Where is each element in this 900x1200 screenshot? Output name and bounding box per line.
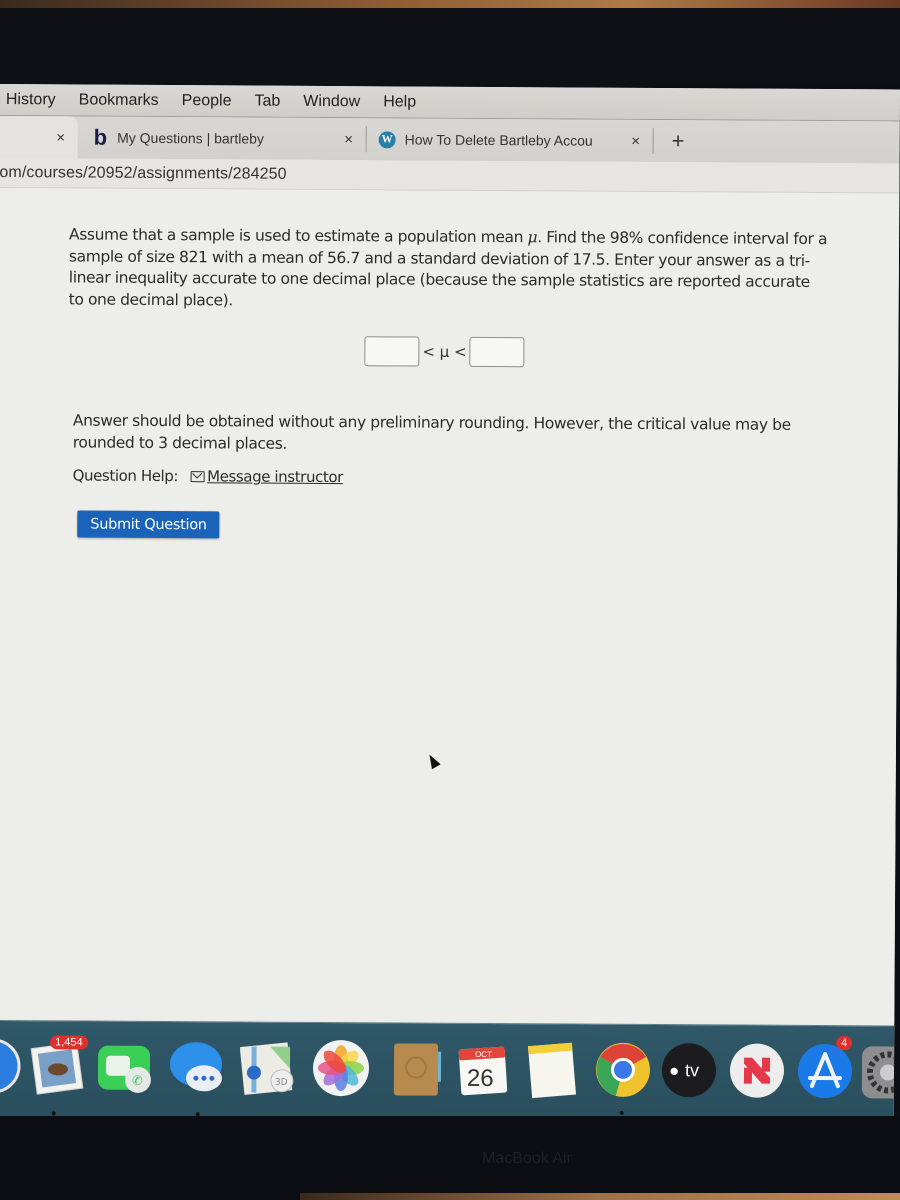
apple-tv-label: tv (685, 1060, 699, 1080)
menu-people[interactable]: People (182, 92, 232, 110)
mail-badge: 1,454 (50, 1035, 88, 1050)
mu-symbol: μ (527, 228, 538, 247)
dock-item-contacts[interactable] (388, 1039, 446, 1097)
chrome-icon (595, 1042, 650, 1097)
dock-item-notes[interactable] (524, 1040, 582, 1099)
notes-icon (527, 1042, 577, 1099)
photos-icon (312, 1040, 369, 1097)
svg-text:●: ● (669, 1061, 679, 1080)
question-help: Question Help: Message instructor (73, 466, 343, 486)
menu-help[interactable]: Help (383, 93, 416, 111)
dock-item-apple-tv[interactable]: ● tv (660, 1041, 718, 1099)
contacts-icon (393, 1043, 442, 1096)
gear-icon (861, 1046, 900, 1099)
dock-item-facetime[interactable]: ✆ (96, 1038, 154, 1096)
news-icon (729, 1043, 784, 1098)
rounding-note: Answer should be obtained without any pr… (72, 411, 791, 453)
screen-bezel-top (0, 8, 900, 86)
running-indicator (51, 1111, 56, 1116)
tab-divider (365, 126, 367, 153)
tab-active[interactable]: × (0, 115, 78, 159)
question-help-label: Question Help: (72, 466, 179, 486)
svg-text:✆: ✆ (132, 1074, 143, 1089)
menu-bookmarks[interactable]: Bookmarks (79, 91, 159, 109)
calendar-icon: OCT 26 (458, 1046, 508, 1096)
apple-tv-icon: ● tv (661, 1043, 716, 1098)
menu-window[interactable]: Window (303, 92, 360, 110)
bartleby-logo-icon: b (93, 124, 108, 150)
tab-how-to-delete[interactable]: W How To Delete Bartleby Accou × (375, 118, 645, 162)
dock-item-messages[interactable] (168, 1038, 226, 1117)
mouse-cursor-icon (425, 752, 441, 770)
dock-item-safari[interactable] (0, 1037, 22, 1095)
tab-divider (652, 127, 654, 154)
dock: 1,454 ✆ 3D OCT 26 ● tv 4 (0, 1019, 900, 1122)
question-text: Assume that a sample is used to estimate… (69, 224, 830, 315)
maps-3d-label: 3D (275, 1078, 288, 1088)
dock-item-news[interactable] (728, 1041, 786, 1099)
dock-item-mail[interactable]: 1,454 (30, 1035, 88, 1116)
message-instructor-link[interactable]: Message instructor (207, 467, 343, 486)
inequality-symbol: < μ < (422, 342, 467, 361)
new-tab-button[interactable]: + (672, 128, 685, 154)
question-text-part: Assume that a sample is used to estimate… (69, 225, 528, 247)
app-store-icon (797, 1044, 852, 1099)
facetime-icon: ✆ (97, 1045, 151, 1093)
url-text[interactable]: om/courses/20952/assignments/284250 (0, 163, 287, 183)
tab-bar: × b My Questions | bartleby × W How To D… (0, 115, 900, 164)
dock-item-maps[interactable]: 3D (239, 1038, 298, 1096)
envelope-icon (190, 470, 205, 482)
lower-bound-input[interactable] (364, 336, 420, 367)
dock-item-app-store[interactable]: 4 (796, 1036, 854, 1100)
wordpress-logo-icon: W (378, 130, 396, 148)
dock-item-system-preferences[interactable] (860, 1042, 900, 1100)
menu-history[interactable]: History (6, 91, 56, 109)
device-label: MacBook Air (482, 1150, 572, 1167)
submit-question-button[interactable]: Submit Question (77, 510, 220, 539)
dock-item-calendar[interactable]: OCT 26 (454, 1040, 512, 1098)
menu-tab[interactable]: Tab (254, 92, 280, 110)
upper-bound-input[interactable] (469, 336, 525, 368)
dock-item-photos[interactable] (312, 1039, 370, 1097)
screen: History Bookmarks People Tab Window Help… (0, 84, 900, 1122)
dock-item-chrome[interactable] (594, 1041, 652, 1115)
calendar-month: OCT (475, 1050, 492, 1059)
running-indicator (619, 1110, 624, 1115)
tab-my-questions[interactable]: b My Questions | bartleby × (78, 116, 358, 160)
safari-icon (0, 1038, 21, 1094)
close-icon[interactable]: × (627, 132, 645, 149)
desk-background (300, 1193, 900, 1200)
app-store-badge: 4 (836, 1036, 853, 1051)
close-icon[interactable]: × (52, 129, 70, 146)
tab-title: How To Delete Bartleby Accou (404, 131, 593, 149)
calendar-day: 26 (467, 1065, 494, 1092)
screen-bezel-bottom (0, 1116, 900, 1200)
messages-icon (170, 1042, 223, 1092)
maps-icon: 3D (239, 1042, 294, 1095)
close-icon[interactable]: × (340, 131, 358, 148)
page-content: Assume that a sample is used to estimate… (0, 187, 900, 1024)
tab-title: My Questions | bartleby (117, 129, 264, 147)
answer-inequality: < μ < (364, 336, 525, 368)
